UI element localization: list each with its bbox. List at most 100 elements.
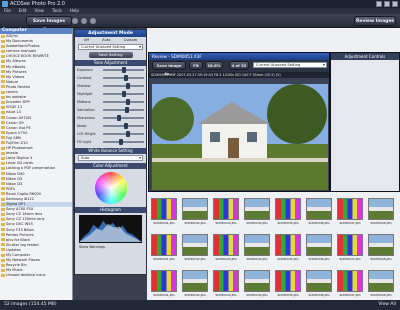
settings-icon[interactable] bbox=[90, 18, 96, 24]
slider-knob[interactable] bbox=[121, 91, 126, 97]
mode-off[interactable]: Off bbox=[84, 38, 89, 42]
white-balance-title: White Balance Setting bbox=[75, 148, 146, 154]
thumbnail[interactable]: SDIM0043.JPG bbox=[211, 196, 241, 234]
zoom-readout[interactable]: 18.6% bbox=[205, 61, 223, 70]
thumbnail-image bbox=[213, 198, 239, 220]
thumbnail[interactable]: SDIM0042.JPG bbox=[180, 196, 210, 234]
color-wheel[interactable] bbox=[94, 172, 127, 204]
view-all-link[interactable]: View All bbox=[378, 300, 396, 310]
review-window: Review - SDIM0051.X3F Save Image As... F… bbox=[148, 52, 330, 192]
maximize-button[interactable] bbox=[384, 1, 390, 7]
slider-knob[interactable] bbox=[125, 83, 130, 89]
thumbnail-caption: SDIM0041.JPG bbox=[153, 293, 175, 297]
folder-icon bbox=[1, 70, 5, 74]
slider-track[interactable] bbox=[103, 99, 144, 105]
slider-track[interactable] bbox=[103, 123, 144, 129]
slider-knob[interactable] bbox=[124, 107, 129, 113]
tone-slider[interactable]: Exposure bbox=[75, 66, 146, 74]
thumbnail-caption: SDIM0044.JPG bbox=[246, 221, 268, 225]
sidebar-item-label: for website bbox=[6, 95, 27, 100]
tone-slider[interactable]: Sharpness bbox=[75, 114, 146, 122]
thumbnail[interactable]: SDIM0048.JPG bbox=[366, 196, 396, 234]
show-warnings-checkbox[interactable]: Show Warnings bbox=[75, 245, 146, 249]
sidebar-item-label: My eBooks bbox=[6, 64, 26, 69]
slider-label: Midtone bbox=[77, 100, 91, 104]
rotate-right-icon[interactable] bbox=[81, 18, 87, 24]
minimize-button[interactable] bbox=[376, 1, 382, 7]
folder-icon bbox=[1, 39, 5, 43]
slider-track[interactable] bbox=[103, 107, 144, 113]
sidebar-item-label: ADI/ml bbox=[6, 34, 18, 38]
fit-button[interactable]: Fit bbox=[189, 61, 203, 70]
slider-track[interactable] bbox=[103, 91, 144, 97]
slider-track[interactable] bbox=[103, 67, 144, 73]
tone-slider[interactable]: Fill Light bbox=[75, 138, 146, 146]
close-button[interactable] bbox=[392, 1, 398, 7]
thumbnail[interactable]: SDIM0047.JPG bbox=[335, 196, 365, 234]
thumbnail[interactable]: SDIM0044.JPG bbox=[242, 232, 272, 270]
thumbnail[interactable]: SDIM0044.JPG bbox=[242, 196, 272, 234]
folder-icon bbox=[1, 273, 5, 277]
thumbnail-image bbox=[182, 198, 208, 220]
slider-knob[interactable] bbox=[125, 131, 130, 137]
mode-custom[interactable]: Custom bbox=[124, 38, 138, 42]
photo-preview[interactable] bbox=[152, 84, 328, 190]
slider-knob[interactable] bbox=[123, 123, 128, 129]
slider-knob[interactable] bbox=[119, 139, 124, 145]
thumbnail[interactable]: SDIM0041.JPG bbox=[149, 196, 179, 234]
thumbnail[interactable]: SDIM0045.JPG bbox=[273, 196, 303, 234]
thumbnail[interactable]: SDIM0048.JPG bbox=[366, 232, 396, 270]
thumbnail-caption: SDIM0044.JPG bbox=[246, 293, 268, 297]
tone-sliders: Exposure Contrast Shadow Highlight Midtone Sa… bbox=[75, 66, 146, 146]
preset-dropdown[interactable]: Current Unsaved Setting bbox=[78, 44, 143, 50]
slider-track[interactable] bbox=[103, 83, 144, 89]
network-icon bbox=[1, 258, 5, 262]
slider-knob[interactable] bbox=[123, 75, 128, 81]
tone-slider[interactable]: Saturation bbox=[75, 106, 146, 114]
slider-track[interactable] bbox=[103, 75, 144, 81]
save-image-as-button[interactable]: Save Image As... bbox=[152, 61, 186, 76]
slider-track[interactable] bbox=[103, 115, 144, 121]
slider-knob[interactable] bbox=[117, 115, 122, 121]
sidebar-item-label: Nikon D5 bbox=[6, 176, 23, 181]
white-balance-dropdown[interactable]: Auto bbox=[78, 155, 143, 161]
slider-knob[interactable] bbox=[121, 67, 126, 73]
sidebar-item[interactable]: Unused desktop icons bbox=[1, 273, 72, 278]
tone-slider[interactable]: Contrast bbox=[75, 74, 146, 82]
save-setting-button[interactable]: Save Setting bbox=[88, 52, 133, 58]
sidebar-item-label: CHOICE BOOK REWRITE bbox=[6, 54, 49, 59]
tone-slider[interactable]: Highlight bbox=[75, 90, 146, 98]
folder-icon bbox=[1, 34, 5, 38]
rotate-left-icon[interactable] bbox=[72, 18, 78, 24]
thumbnail[interactable]: SDIM0046.JPG bbox=[304, 232, 334, 270]
thumbnail[interactable]: SDIM0046.JPG bbox=[304, 196, 334, 234]
tone-slider[interactable]: LCR Hilight bbox=[75, 130, 146, 138]
thumbnail-caption: SDIM0048.JPG bbox=[370, 257, 392, 261]
thumbnail[interactable]: SDIM0045.JPG bbox=[273, 232, 303, 270]
sidebar-item-label: Ricoh Caplio R6000 bbox=[6, 191, 42, 196]
thumbnail[interactable]: SDIM0041.JPG bbox=[149, 232, 179, 270]
thumbnail[interactable]: SDIM0043.JPG bbox=[211, 232, 241, 270]
save-images-button[interactable]: Save Images Ba... bbox=[26, 16, 72, 33]
tone-slider[interactable]: Noise bbox=[75, 122, 146, 130]
thumbnail-caption: SDIM0045.JPG bbox=[277, 293, 299, 297]
thumbnail-caption: SDIM0048.JPG bbox=[370, 293, 392, 297]
tone-slider[interactable]: Shadow bbox=[75, 82, 146, 90]
mode-auto[interactable]: Auto bbox=[102, 38, 110, 42]
thumbnail[interactable]: SDIM0047.JPG bbox=[335, 232, 365, 270]
thumbnail-image bbox=[306, 270, 332, 292]
folder-icon bbox=[1, 90, 5, 94]
slider-track[interactable] bbox=[103, 131, 144, 137]
sidebar-item-label: Updates bbox=[6, 247, 21, 252]
tone-slider[interactable]: Midtone bbox=[75, 98, 146, 106]
thumbnail-caption: SDIM0047.JPG bbox=[339, 293, 361, 297]
sidebar-item-label: Pentax Pictures bbox=[6, 232, 34, 237]
slider-knob[interactable] bbox=[126, 99, 131, 105]
image-info-bar: SDIM0051.X3F 2007-03-27 09:19:43 F6.3 1/… bbox=[149, 72, 329, 78]
review-images-button[interactable]: Review Images bbox=[354, 16, 396, 26]
review-preset-dropdown[interactable]: Current Unsaved Setting bbox=[253, 62, 327, 68]
slider-track[interactable] bbox=[103, 139, 144, 145]
thumbnail[interactable]: SDIM0042.JPG bbox=[180, 232, 210, 270]
thumbnail-image bbox=[182, 234, 208, 256]
histogram-title: Histogram bbox=[75, 207, 146, 213]
